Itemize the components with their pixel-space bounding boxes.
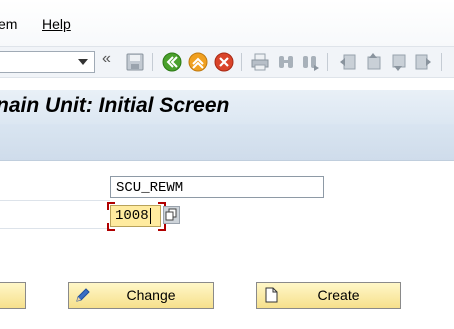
display-button[interactable] bbox=[0, 282, 26, 309]
command-field[interactable] bbox=[0, 51, 95, 73]
value-help-button[interactable] bbox=[163, 206, 180, 224]
save-icon[interactable] bbox=[125, 52, 145, 72]
focus-marker bbox=[107, 202, 115, 210]
find-next-icon[interactable] bbox=[300, 52, 320, 72]
menu-bar: em Help bbox=[0, 0, 454, 46]
next-page-icon[interactable] bbox=[388, 52, 408, 72]
copy-icon bbox=[165, 208, 177, 221]
input-field-1[interactable]: SCU_REWM bbox=[110, 176, 324, 198]
application-toolbar bbox=[0, 124, 454, 161]
first-page-icon[interactable] bbox=[338, 52, 358, 72]
toolbar-separator bbox=[441, 53, 442, 71]
previous-page-icon[interactable] bbox=[363, 52, 383, 72]
menu-help-label: Help bbox=[42, 16, 71, 32]
menu-system-label: em bbox=[0, 16, 18, 32]
row-divider bbox=[0, 228, 110, 229]
text-cursor bbox=[150, 208, 151, 224]
toolbar-separator bbox=[241, 53, 242, 71]
find-icon[interactable] bbox=[276, 52, 296, 72]
focus-marker bbox=[107, 223, 115, 231]
standard-toolbar: « bbox=[0, 46, 454, 78]
input-field-2[interactable]: 1008 bbox=[110, 205, 161, 227]
pencil-icon bbox=[76, 288, 90, 302]
change-button[interactable]: Change bbox=[68, 282, 214, 309]
print-icon[interactable] bbox=[250, 52, 270, 72]
collapse-icon[interactable]: « bbox=[102, 50, 111, 68]
menu-help[interactable]: Help bbox=[42, 16, 71, 32]
new-document-icon bbox=[265, 287, 278, 303]
change-button-label: Change bbox=[126, 287, 176, 303]
menu-system[interactable]: em bbox=[0, 16, 17, 32]
toolbar-separator bbox=[327, 53, 328, 71]
row-divider bbox=[0, 200, 110, 201]
create-button-label: Create bbox=[317, 287, 360, 303]
dropdown-arrow-icon[interactable] bbox=[78, 59, 88, 65]
cancel-icon[interactable] bbox=[214, 52, 234, 72]
title-bar: nain Unit: Initial Screen bbox=[0, 90, 454, 124]
exit-icon[interactable] bbox=[188, 52, 208, 72]
back-icon[interactable] bbox=[162, 52, 182, 72]
page-title: nain Unit: Initial Screen bbox=[0, 94, 230, 117]
create-button[interactable]: Create bbox=[256, 282, 401, 309]
toolbar-separator bbox=[152, 53, 153, 71]
last-page-icon[interactable] bbox=[413, 52, 433, 72]
